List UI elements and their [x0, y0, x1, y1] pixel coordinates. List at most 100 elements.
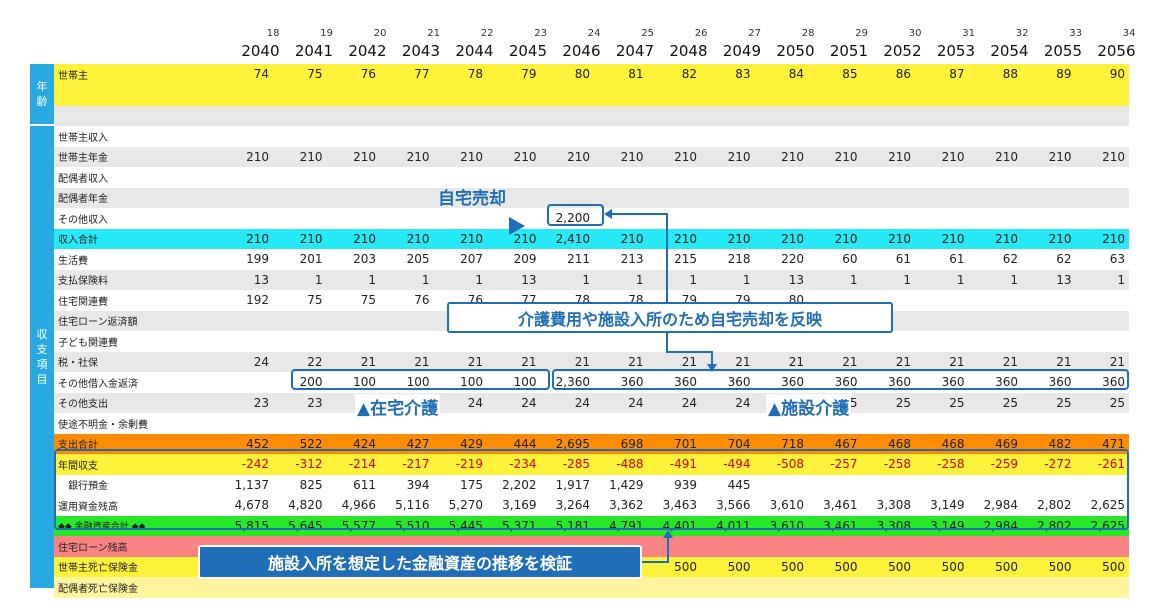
table-cell[interactable]: 210 — [755, 150, 809, 164]
table-cell[interactable] — [862, 211, 916, 225]
table-cell[interactable]: 90 — [1076, 67, 1130, 81]
table-cell[interactable]: 1 — [701, 273, 755, 287]
table-cell[interactable]: 199 — [220, 252, 274, 266]
table-cell[interactable]: 210 — [701, 150, 755, 164]
table-cell[interactable]: 210 — [1076, 150, 1130, 164]
table-cell[interactable]: 210 — [648, 150, 702, 164]
table-cell[interactable]: 62 — [969, 252, 1023, 266]
table-cell[interactable]: 210 — [1022, 232, 1076, 246]
table-cell[interactable]: 24 — [648, 396, 702, 410]
table-cell[interactable]: 207 — [434, 252, 488, 266]
table-cell[interactable]: 210 — [1076, 232, 1130, 246]
table-cell[interactable]: 23 — [220, 396, 274, 410]
table-cell[interactable]: 25 — [1022, 396, 1076, 410]
table-cell[interactable]: 13 — [755, 273, 809, 287]
table-cell[interactable]: 61 — [915, 252, 969, 266]
table-cell[interactable]: 500 — [969, 560, 1023, 574]
table-cell[interactable]: 210 — [594, 150, 648, 164]
table-cell[interactable] — [915, 211, 969, 225]
table-cell[interactable]: 210 — [327, 150, 381, 164]
table-cell[interactable]: 500 — [862, 560, 916, 574]
table-cell[interactable]: 210 — [969, 232, 1023, 246]
table-cell[interactable]: 23 — [273, 396, 327, 410]
table-cell[interactable]: 82 — [648, 67, 702, 81]
table-cell[interactable] — [220, 211, 274, 225]
table-cell[interactable]: 203 — [327, 252, 381, 266]
table-cell[interactable]: 89 — [1022, 67, 1076, 81]
table-cell[interactable]: 22 — [273, 355, 327, 369]
table-cell[interactable]: 21 — [327, 355, 381, 369]
table-cell[interactable]: 21 — [701, 355, 755, 369]
table-cell[interactable]: 84 — [755, 67, 809, 81]
table-cell[interactable]: 76 — [380, 293, 434, 307]
table-cell[interactable]: 210 — [220, 150, 274, 164]
table-cell[interactable]: 1 — [808, 273, 862, 287]
table-cell[interactable]: 210 — [434, 150, 488, 164]
table-cell[interactable]: 500 — [1022, 560, 1076, 574]
table-cell[interactable]: 500 — [915, 560, 969, 574]
table-cell[interactable]: 201 — [273, 252, 327, 266]
table-cell[interactable]: 25 — [915, 396, 969, 410]
table-cell[interactable]: 210 — [701, 232, 755, 246]
table-cell[interactable] — [701, 211, 755, 225]
table-cell[interactable]: 21 — [969, 355, 1023, 369]
table-cell[interactable]: 25 — [969, 396, 1023, 410]
table-cell[interactable] — [755, 211, 809, 225]
table-cell[interactable]: 1 — [434, 273, 488, 287]
table-cell[interactable]: 1 — [273, 273, 327, 287]
table-cell[interactable]: 210 — [380, 150, 434, 164]
table-cell[interactable]: 21 — [915, 355, 969, 369]
table-cell[interactable]: 61 — [862, 252, 916, 266]
table-cell[interactable]: 76 — [327, 67, 381, 81]
table-cell[interactable]: 210 — [915, 150, 969, 164]
table-cell[interactable]: 210 — [808, 150, 862, 164]
table-cell[interactable]: 218 — [701, 252, 755, 266]
table-cell[interactable]: 24 — [701, 396, 755, 410]
table-cell[interactable]: 21 — [487, 355, 541, 369]
table-cell[interactable]: 1 — [648, 273, 702, 287]
table-cell[interactable]: 210 — [487, 232, 541, 246]
table-cell[interactable] — [915, 293, 969, 307]
table-cell[interactable] — [1076, 211, 1130, 225]
table-cell[interactable]: 220 — [755, 252, 809, 266]
table-cell[interactable]: 75 — [273, 293, 327, 307]
table-cell[interactable]: 24 — [434, 396, 488, 410]
table-cell[interactable]: 13 — [220, 273, 274, 287]
table-cell[interactable]: 21 — [755, 355, 809, 369]
table-cell[interactable]: 1 — [862, 273, 916, 287]
table-cell[interactable]: 209 — [487, 252, 541, 266]
table-cell[interactable]: 1 — [541, 273, 595, 287]
table-cell[interactable]: 500 — [755, 560, 809, 574]
table-cell[interactable]: 192 — [220, 293, 274, 307]
table-cell[interactable]: 500 — [648, 560, 702, 574]
table-cell[interactable]: 210 — [273, 232, 327, 246]
table-cell[interactable]: 210 — [220, 232, 274, 246]
table-cell[interactable]: 1 — [327, 273, 381, 287]
table-cell[interactable]: 60 — [808, 252, 862, 266]
table-cell[interactable]: 500 — [1076, 560, 1130, 574]
table-cell[interactable]: 21 — [541, 355, 595, 369]
table-cell[interactable]: 81 — [594, 67, 648, 81]
table-cell[interactable]: 24 — [594, 396, 648, 410]
table-cell[interactable]: 79 — [487, 67, 541, 81]
table-cell[interactable]: 24 — [220, 355, 274, 369]
table-cell[interactable]: 77 — [380, 67, 434, 81]
table-cell[interactable]: 21 — [1076, 355, 1130, 369]
table-cell[interactable]: 24 — [487, 396, 541, 410]
table-cell[interactable]: 62 — [1022, 252, 1076, 266]
table-cell[interactable]: 88 — [969, 67, 1023, 81]
table-cell[interactable]: 74 — [220, 67, 274, 81]
table-cell[interactable]: 213 — [594, 252, 648, 266]
table-cell[interactable]: 13 — [1022, 273, 1076, 287]
table-cell[interactable]: 210 — [594, 232, 648, 246]
table-cell[interactable]: 210 — [487, 150, 541, 164]
table-cell[interactable]: 78 — [434, 67, 488, 81]
table-cell[interactable]: 500 — [701, 560, 755, 574]
table-cell[interactable] — [220, 375, 274, 389]
table-cell[interactable]: 75 — [273, 67, 327, 81]
table-cell[interactable]: 210 — [915, 232, 969, 246]
table-cell[interactable]: 210 — [380, 232, 434, 246]
table-cell[interactable]: 21 — [648, 355, 702, 369]
table-cell[interactable]: 21 — [594, 355, 648, 369]
table-cell[interactable]: 75 — [327, 293, 381, 307]
